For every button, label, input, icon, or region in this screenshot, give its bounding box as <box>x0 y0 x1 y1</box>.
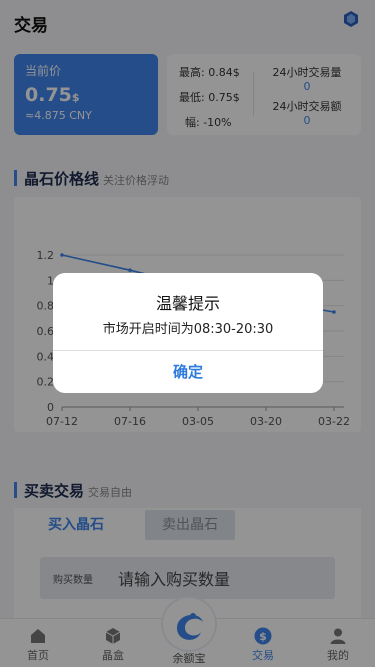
dialog-message: 市场开启时间为08:30-20:30 <box>102 322 274 337</box>
notice-dialog: 温馨提示 市场开启时间为08:30-20:30 确定 <box>53 273 323 393</box>
dialog-title: 温馨提示 <box>155 294 220 313</box>
confirm-button[interactable]: 确定 <box>53 351 323 393</box>
trade-page: 交易 当前价 0.75$ ≈4.875 CNY 最高: 0.84$ 最低: 0.… <box>0 0 375 668</box>
